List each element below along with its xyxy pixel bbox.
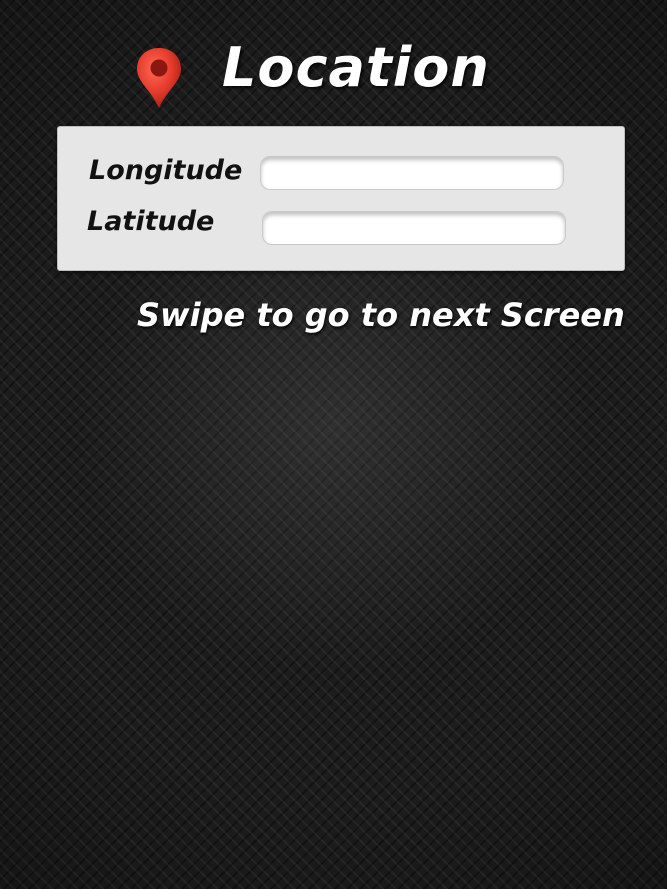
map-pin-icon [137,48,181,108]
latitude-label: Latitude [87,206,215,237]
swipe-hint: Swipe to go to next Screen [137,296,625,334]
longitude-label: Longitude [89,155,243,186]
page-title: Location [222,36,490,99]
latitude-input[interactable] [262,211,566,245]
longitude-input[interactable] [260,156,564,190]
header: Location [0,34,667,114]
location-form-panel: Longitude Latitude [57,126,625,271]
